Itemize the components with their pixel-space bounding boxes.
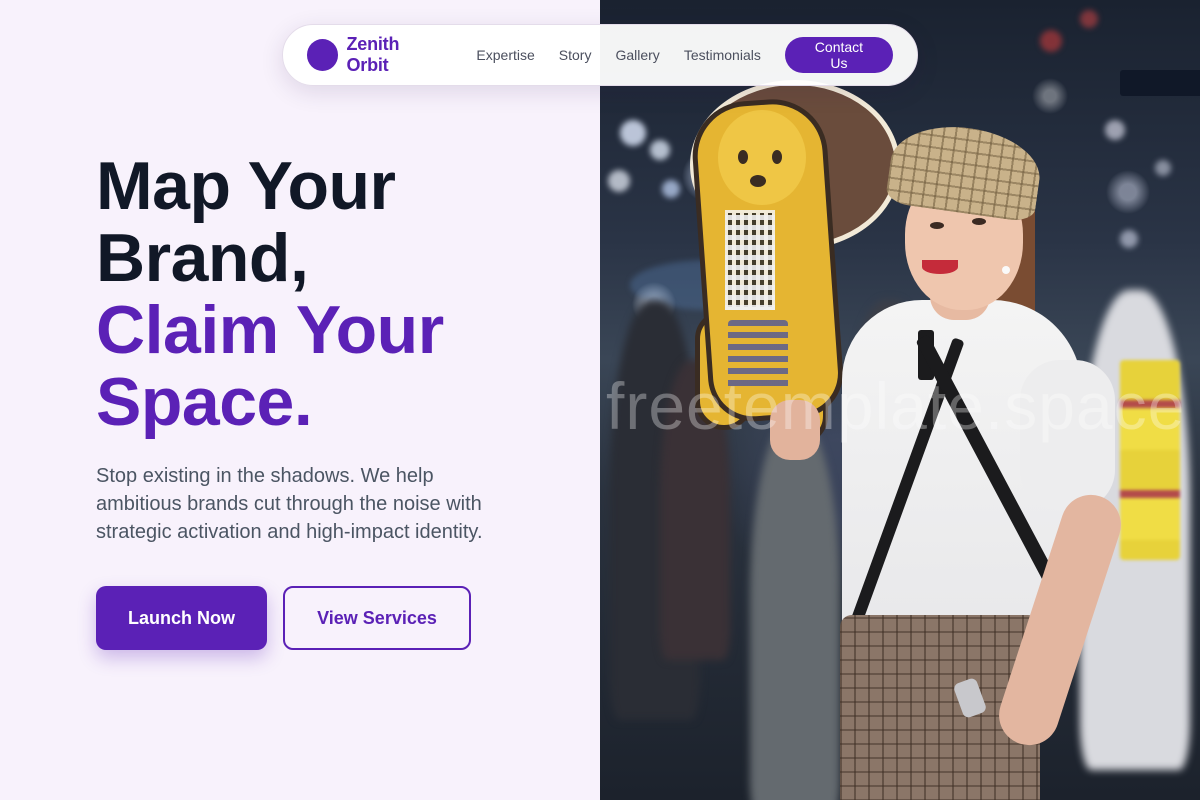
bokeh-light [1155, 160, 1171, 176]
nav-link-story[interactable]: Story [559, 47, 592, 63]
hero-title-accent-line-2: Space. [96, 364, 313, 440]
view-services-button[interactable]: View Services [283, 586, 471, 650]
crowd-figure [750, 420, 840, 800]
bokeh-light [662, 180, 680, 198]
brand-name: Zenith Orbit [346, 34, 400, 75]
launch-now-button[interactable]: Launch Now [96, 586, 267, 650]
nav-link-testimonials[interactable]: Testimonials [684, 47, 761, 63]
hero-title: Map Your Brand, Claim Your Space. [96, 150, 444, 438]
hero-title-line-2: Brand, [96, 220, 309, 296]
nav-link-gallery[interactable]: Gallery [615, 47, 659, 63]
watermark: freetemplate.space [606, 369, 1186, 443]
nav-link-expertise[interactable]: Expertise [476, 47, 534, 63]
eye [930, 222, 944, 229]
bokeh-light [608, 170, 630, 192]
brand[interactable]: Zenith Orbit [307, 34, 444, 76]
contact-us-button[interactable]: Contact Us [784, 37, 893, 73]
eye [972, 218, 986, 225]
qr-code-overlay [725, 210, 775, 310]
red-lips [922, 260, 958, 274]
bokeh-light [620, 120, 646, 146]
mascot-eye [772, 150, 782, 164]
mascot-nose [750, 175, 766, 187]
brand-logo-icon [307, 39, 339, 71]
mascot-face [718, 110, 806, 205]
bokeh-light [1120, 230, 1138, 248]
hero-subtitle: Stop existing in the shadows. We help am… [96, 465, 483, 543]
hero-title-accent-line-1: Claim Your [96, 292, 444, 368]
pearl-earring [1002, 266, 1010, 274]
nav-links: Expertise Story Gallery Testimonials [476, 47, 760, 63]
hero-title-line-1: Map Your [96, 148, 396, 224]
booth-sign [1120, 70, 1200, 96]
bokeh-light [1105, 120, 1125, 140]
bokeh-light [1040, 30, 1062, 52]
mascot-eye [738, 150, 748, 164]
bokeh-light [1080, 10, 1098, 28]
hero-left-pane: Map Your Brand, Claim Your Space. Stop e… [0, 0, 600, 800]
bokeh-light [650, 140, 670, 160]
top-navigation: Zenith Orbit Expertise Story Gallery Tes… [282, 24, 918, 86]
landing-page: Map Your Brand, Claim Your Space. Stop e… [0, 0, 1200, 800]
